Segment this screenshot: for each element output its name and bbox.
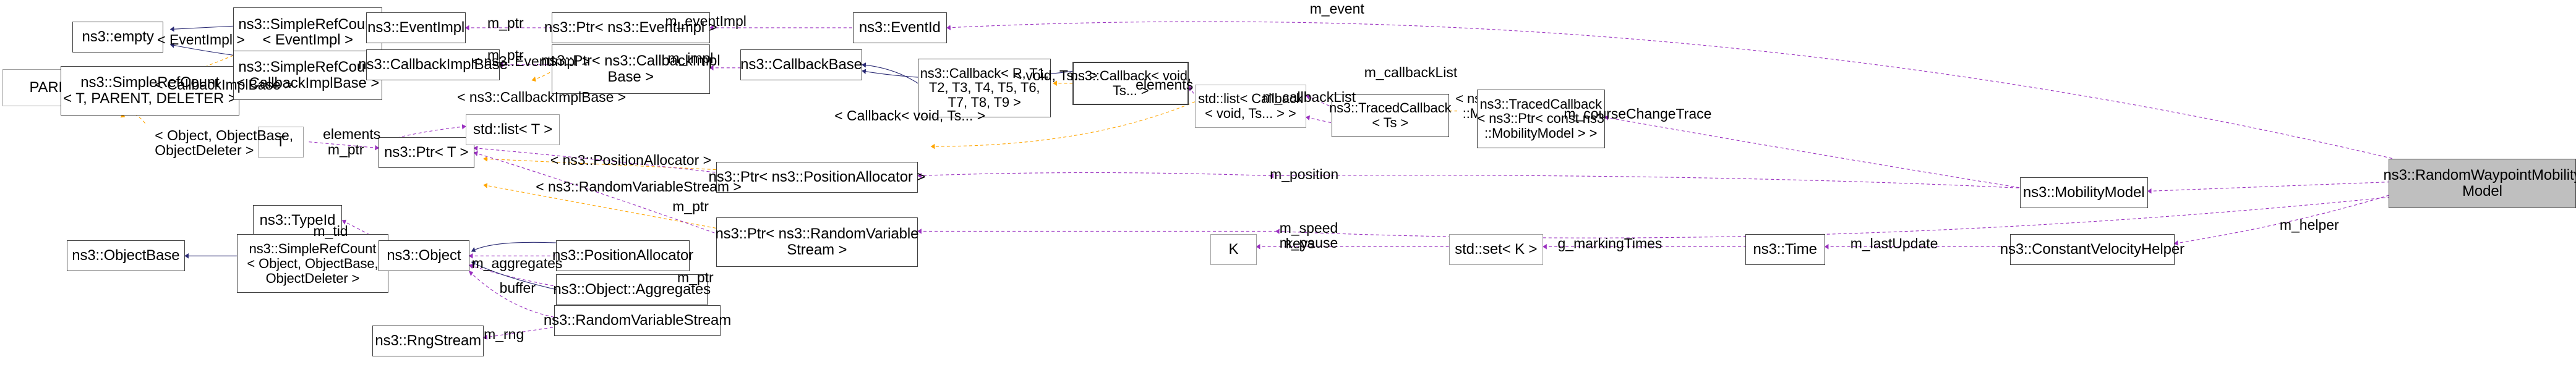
edge-label-elements: elements (1136, 76, 1194, 93)
class-node-time[interactable]: ns3::Time (1745, 234, 1825, 266)
class-node-label: std::set< K > (1455, 241, 1538, 258)
edge-e14 (861, 59, 920, 85)
edge-label-obj-deleter: < Object, ObjectBase, ObjectDeleter > (155, 127, 294, 159)
edge-label-cib-1: < CallbackImplBase > (155, 76, 293, 93)
edge-label-m-ptr-top: m_ptr (487, 14, 524, 31)
edge-e24 (916, 169, 1270, 182)
edge-label-markingtimes: g_markingTimes (1557, 235, 1662, 251)
edge-e23 (2146, 182, 2391, 197)
class-node-label: K (1228, 241, 1239, 258)
edge-label-m-eventimpl: m_eventImpl (665, 13, 747, 30)
class-node-randomvarstream[interactable]: ns3::RandomVariableStream (544, 305, 731, 337)
class-node-constvel[interactable]: ns3::ConstantVelocityHelper (2000, 234, 2184, 266)
class-node-stdlist-t[interactable]: std::list< T > (465, 114, 560, 145)
edge-label-m-lastupdate: m_lastUpdate (1850, 235, 1938, 251)
class-node-label: ns3::EventId (858, 19, 941, 36)
edge-label-m-impl: m_impl (667, 50, 714, 67)
edge-label-m-ptr-5: m_ptr (677, 269, 714, 285)
class-node-label: ns3::CallbackBase (740, 56, 862, 73)
edge-label-cb-void-ts: < Callback< void, Ts... > (834, 107, 986, 124)
class-node-label: ns3::empty (82, 28, 154, 45)
edge-label-m-callbacklist: m_callbackList (1262, 88, 1356, 105)
class-node-label: ns3::SimpleRefCount < Object, ObjectBase… (247, 241, 379, 286)
class-node-label: ns3::ObjectBase (72, 247, 180, 264)
class-node-srefcount-eventimpl[interactable]: ns3::SimpleRefCount < EventImpl > (233, 7, 382, 57)
edge-label-m-ptr-4: m_ptr (672, 198, 709, 214)
class-node-objectbase[interactable]: ns3::ObjectBase (66, 240, 186, 272)
edge-label-m-tid: m_tid (313, 222, 348, 239)
class-node-label: ns3::RandomVariableStream (543, 312, 732, 329)
class-node-label: ns3::Ptr< T > (384, 144, 469, 161)
edge-label-m-course: m_courseChangeTrace (1564, 106, 1712, 122)
class-node-label: ns3::EventImpl (367, 19, 465, 36)
class-node-srefcount-obj[interactable]: ns3::SimpleRefCount < Object, ObjectBase… (237, 234, 388, 293)
class-node-rwmm[interactable]: ns3::RandomWaypointMobility Model (2383, 159, 2576, 208)
class-node-eventid[interactable]: ns3::EventId (852, 12, 948, 43)
edge-label-eventimpl-1: < EventImpl > (157, 32, 245, 48)
edge-e21 (1603, 112, 2022, 188)
class-node-label: ns3::ConstantVelocityHelper (2000, 241, 2184, 258)
class-node-positionallocator[interactable]: ns3::PositionAllocator (552, 240, 693, 272)
class-node-label: ns3::SimpleRefCount < EventImpl > (238, 15, 377, 49)
edge-label-m-position: m_position (1270, 166, 1339, 182)
edge-label-m-ptr-2: m_ptr (487, 47, 524, 64)
edge-label-cib-2: < ns3::CallbackImplBase > (457, 88, 627, 105)
edge-label-m-callbacklist2: m_callbackList (1364, 64, 1458, 80)
class-node-label: ns3::PositionAllocator (552, 247, 694, 264)
class-node-stdset-k[interactable]: std::set< K > (1448, 234, 1544, 266)
collaboration-diagram: PARENT ns3::SimpleRefCount < T, PARENT, D… (0, 0, 2576, 370)
class-node-object[interactable]: ns3::Object (379, 240, 469, 272)
edge-label-m-helper: m_helper (2279, 216, 2339, 233)
edge-label-buffer: buffer (499, 280, 536, 296)
class-node-label: ns3::TracedCallback < Ts > (1329, 100, 1452, 131)
edge-label-void-ts: < void, Ts... > (1013, 67, 1098, 83)
class-node-label: ns3::Ptr< ns3::RandomVariable Stream > (715, 225, 919, 258)
class-node-label: ns3::RngStream (375, 332, 482, 349)
edge-label-posalloc-t: < ns3::PositionAllocator > (550, 152, 711, 169)
class-node-ptr-rvs[interactable]: ns3::Ptr< ns3::RandomVariable Stream > (715, 217, 919, 267)
class-node-empty[interactable]: ns3::empty (72, 21, 163, 53)
class-node-label: ns3::RandomWaypointMobility Model (2383, 167, 2576, 200)
class-node-eventimpl[interactable]: ns3::EventImpl (366, 12, 466, 43)
edge-label-rvs-t: < ns3::RandomVariableStream > (536, 178, 742, 195)
class-node-label: ns3::MobilityModel (2022, 184, 2145, 201)
class-node-callbackbase[interactable]: ns3::CallbackBase (740, 49, 863, 80)
edge-label-elements2: elements (323, 125, 381, 142)
class-node-mobilitymodel[interactable]: ns3::MobilityModel (2019, 177, 2148, 208)
class-node-ptr-t[interactable]: ns3::Ptr< T > (379, 137, 474, 169)
class-node-label: ns3::Object (387, 247, 461, 264)
edge-e25 (1269, 169, 2022, 188)
class-node-ptr-posalloc[interactable]: ns3::Ptr< ns3::PositionAllocator > (708, 162, 925, 193)
edge-label-m-event: m_event (1309, 1, 1364, 17)
edge-label-m-ptr-3: m_ptr (327, 141, 364, 158)
edge-label-m-aggregates: m_aggregates (471, 255, 563, 272)
class-node-k[interactable]: K (1210, 234, 1257, 266)
edge-e46 (1274, 197, 2389, 238)
class-node-rngstream[interactable]: ns3::RngStream (372, 325, 484, 356)
edge-label-m-rng: m_rng (484, 326, 524, 343)
class-node-label: std::list< T > (473, 120, 553, 138)
edge-label-keys: keys (1285, 235, 1315, 251)
class-node-label: ns3::Time (1753, 241, 1817, 258)
